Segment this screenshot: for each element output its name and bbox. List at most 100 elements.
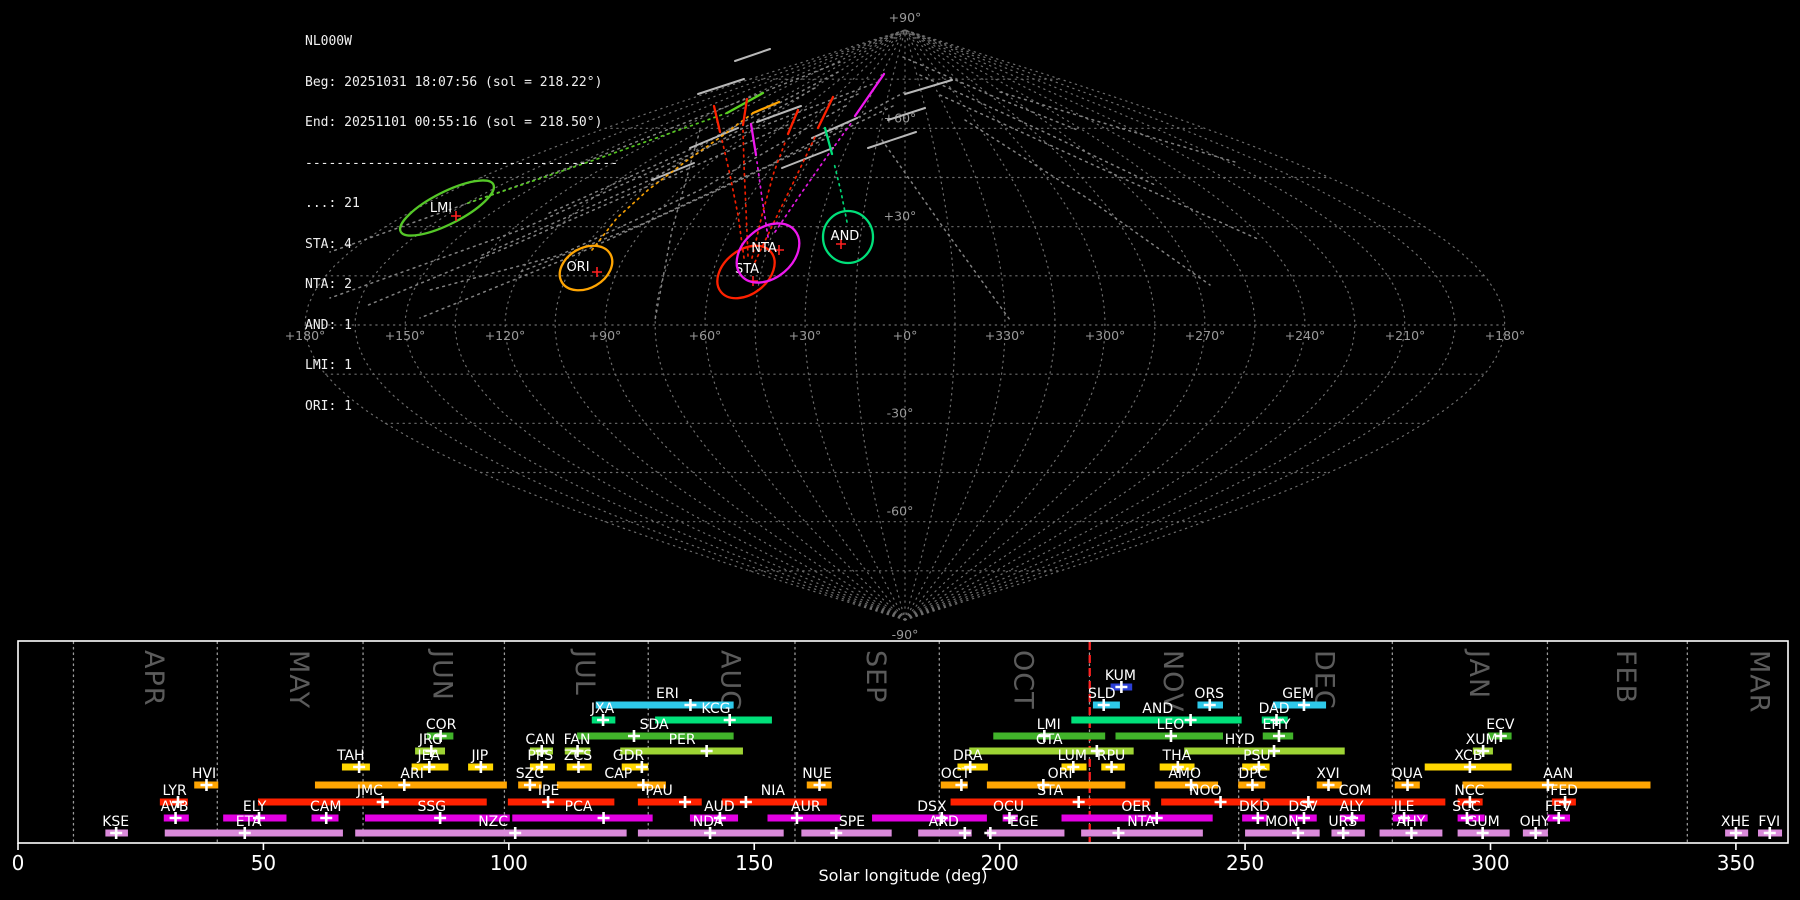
bar-label: DAD [1259, 701, 1290, 717]
map-meridian [704, 29, 906, 621]
count-sporadic: ...: 21 [305, 196, 360, 211]
begin-time: Beg: 20251031 18:07:56 (sol = 218.22°) [305, 74, 603, 90]
count-and: AND: 1 [305, 317, 352, 333]
activity-bar [986, 829, 1065, 837]
end-time: End: 20251101 00:55:16 (sol = 218.50°) [305, 115, 603, 130]
sporadic-trail [902, 56, 1081, 132]
map-lat-label: +90° [889, 10, 922, 25]
bar-label: PCA [565, 799, 593, 815]
activity-bar [512, 814, 653, 822]
activity-bar [1081, 829, 1203, 837]
bar-label: SLD [1088, 686, 1115, 702]
bar-ZCS: ZCS [564, 748, 592, 773]
peak-marker [679, 796, 692, 808]
sporadic-track [734, 48, 771, 62]
bar-label: LMI [1037, 717, 1061, 733]
bar-HVI: HVI [192, 766, 219, 791]
bar-label: SSG [417, 799, 446, 815]
bar-label: KCG [701, 701, 730, 717]
bar-label: COM [1339, 783, 1372, 799]
activity-bar [314, 781, 507, 789]
bar-label: ETA [236, 814, 262, 830]
bar-label: CAP [604, 766, 632, 782]
bar-label: ARD [929, 814, 959, 830]
x-tick-label: 300 [1471, 851, 1509, 875]
map-lat-label: +30° [884, 209, 917, 224]
peak-marker [1184, 714, 1197, 726]
bar-label: PPS [527, 748, 553, 764]
month-label: JUN [427, 648, 458, 701]
month-label: SEP [860, 650, 891, 703]
map-lon-label: +270° [1185, 328, 1226, 343]
shower-track [751, 100, 781, 115]
peak-marker [684, 699, 697, 711]
peak-marker [627, 730, 640, 742]
bar-OCT: OCT [940, 766, 971, 791]
bar-label: ELY [243, 799, 267, 815]
month-label: MAY [283, 650, 314, 709]
bar-label: DKD [1239, 799, 1270, 815]
bar-label: NUE [802, 766, 832, 782]
map-lon-label: +180° [1485, 328, 1526, 343]
count-sta: STA: 4 [305, 236, 352, 252]
bar-label: ORI [1048, 766, 1073, 782]
map-lon-label: +0° [893, 328, 918, 343]
bar-label: JIP [471, 748, 489, 764]
month-label: FEB [1610, 650, 1641, 704]
peak-marker [597, 812, 610, 824]
count-ori: ORI: 1 [305, 398, 352, 414]
bar-label: DRA [953, 748, 983, 764]
bar-PAU: PAU [637, 783, 702, 808]
bar-EHY: EHY [1263, 717, 1294, 742]
month-label: APR [138, 650, 169, 707]
bar-label: SDA [640, 717, 669, 733]
bar-label: MON [1265, 814, 1299, 830]
bar-label: PAU [645, 783, 672, 799]
bar-label: AUR [791, 799, 821, 815]
activity-bar [767, 814, 841, 822]
bar-label: OER [1121, 799, 1151, 815]
bar-label: PER [669, 732, 696, 748]
activity-bar [164, 829, 343, 837]
bar-JIP: JIP [468, 748, 494, 773]
bar-label: JRC [418, 732, 442, 748]
bar-label: JMC [356, 783, 383, 799]
bar-RPU: RPU [1097, 748, 1125, 773]
map-lat-label: -90° [892, 627, 919, 642]
month-label: MAR [1744, 650, 1775, 714]
x-axis-title: Solar longitude (deg) [819, 866, 988, 885]
bar-label: HVI [192, 766, 216, 782]
bar-label: AND [1142, 701, 1173, 717]
activity-bar [637, 798, 702, 806]
activity-bar [258, 798, 487, 806]
x-tick-label: 50 [251, 851, 276, 875]
bar-JXA: JXA [590, 701, 616, 726]
bar-QUA: QUA [1392, 766, 1423, 791]
bar-label: ERI [656, 686, 679, 702]
bar-label: STA [1037, 783, 1063, 799]
map-lon-label: +300° [1085, 328, 1126, 343]
bar-DPC: DPC [1238, 766, 1268, 791]
bar-label: EHY [1263, 717, 1291, 733]
bar-label: NTA [1127, 814, 1155, 830]
bar-ORS: ORS [1194, 686, 1224, 711]
activity-bar [507, 798, 615, 806]
sporadic-trail [919, 74, 1156, 186]
bar-CAM: CAM [310, 799, 341, 824]
bar-label: LYR [162, 783, 186, 799]
bar-XHE: XHE [1721, 814, 1750, 839]
map-lon-label: +210° [1385, 328, 1426, 343]
activity-bar [801, 829, 892, 837]
map-lon-label: +240° [1285, 328, 1326, 343]
radiant-NTA: NTA [735, 222, 801, 284]
month-label: OCT [1007, 650, 1038, 710]
map-meridian [904, 29, 1106, 621]
sporadic-track [697, 78, 745, 95]
bar-label: CTA [1036, 732, 1063, 748]
count-nta: NTA: 2 [305, 277, 352, 292]
sporadic-track [781, 147, 834, 169]
x-tick-label: 150 [735, 851, 773, 875]
x-tick-label: 100 [490, 851, 528, 875]
bar-NUE: NUE [802, 766, 832, 791]
bar-label: NDA [693, 814, 724, 830]
